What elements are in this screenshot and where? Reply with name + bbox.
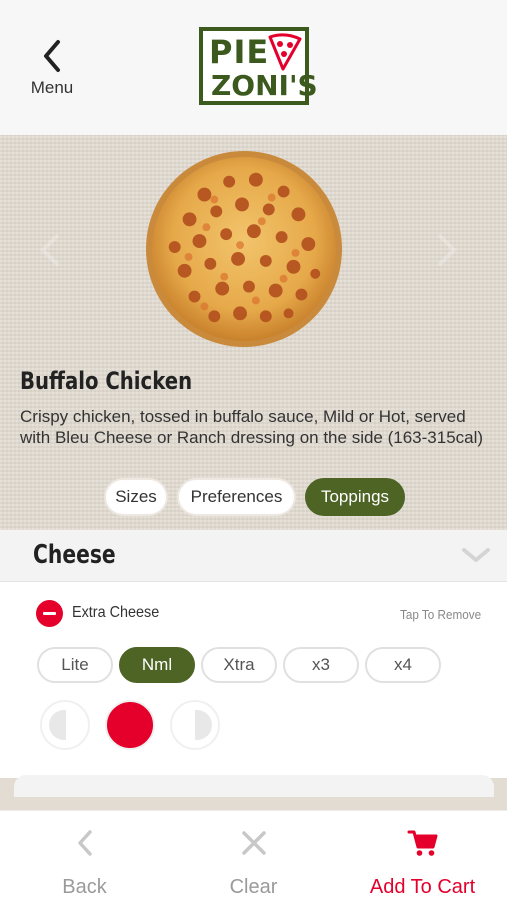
brand-logo: PIE ZONI'S bbox=[199, 27, 318, 105]
right-half-icon bbox=[195, 710, 212, 740]
amount-x3-button[interactable]: x3 bbox=[283, 647, 359, 683]
cart-icon bbox=[407, 830, 437, 856]
chevron-left-icon bbox=[44, 40, 60, 72]
amount-extra-button[interactable]: Xtra bbox=[201, 647, 277, 683]
product-hero: Buffalo Chicken Crispy chicken, tossed i… bbox=[0, 135, 507, 530]
logo-text-line1: PIE bbox=[209, 33, 270, 71]
amount-normal-button[interactable]: Nml bbox=[119, 647, 195, 683]
topping-row: Extra Cheese Tap To Remove Lite Nml Xtra… bbox=[0, 583, 507, 778]
amount-x4-button[interactable]: x4 bbox=[365, 647, 441, 683]
logo-text-line2: ZONI'S bbox=[211, 69, 318, 102]
clear-label: Clear bbox=[229, 876, 278, 898]
product-tabs: Sizes Preferences Toppings bbox=[0, 478, 507, 518]
add-to-cart-label: Add To Cart bbox=[369, 876, 476, 898]
amount-lite-button[interactable]: Lite bbox=[37, 647, 113, 683]
back-label: Back bbox=[62, 876, 107, 898]
prev-image-arrow-icon[interactable] bbox=[35, 230, 65, 270]
tab-toppings[interactable]: Toppings bbox=[305, 478, 405, 516]
cheese-section-header[interactable]: Cheese bbox=[0, 530, 507, 582]
back-button[interactable]: Back bbox=[0, 811, 169, 900]
pizza-image bbox=[145, 150, 343, 348]
remove-topping-button[interactable] bbox=[36, 600, 63, 627]
close-icon bbox=[241, 831, 266, 855]
add-to-cart-button[interactable]: Add To Cart bbox=[338, 811, 507, 900]
menu-label: Menu bbox=[30, 78, 74, 97]
left-half-icon bbox=[49, 710, 66, 740]
section-title: Cheese bbox=[33, 540, 116, 570]
app-header: Menu PIE ZONI'S bbox=[0, 0, 507, 135]
pizza-slice-icon bbox=[268, 33, 302, 71]
next-image-arrow-icon[interactable] bbox=[432, 230, 462, 270]
bottom-action-bar: Back Clear Add To Cart bbox=[0, 810, 507, 900]
product-title: Buffalo Chicken bbox=[20, 367, 193, 395]
left-half-placement-button[interactable] bbox=[40, 700, 90, 750]
tab-sizes[interactable]: Sizes bbox=[104, 478, 168, 516]
product-description: Crispy chicken, tossed in buffalo sauce,… bbox=[20, 407, 484, 447]
right-half-placement-button[interactable] bbox=[170, 700, 220, 750]
tap-to-remove-hint: Tap To Remove bbox=[399, 607, 481, 622]
tab-preferences[interactable]: Preferences bbox=[177, 478, 296, 516]
whole-placement-button[interactable] bbox=[105, 700, 155, 750]
clear-button[interactable]: Clear bbox=[169, 811, 338, 900]
chevron-down-icon bbox=[462, 548, 490, 562]
next-section-card bbox=[14, 775, 494, 797]
menu-back-button[interactable]: Menu bbox=[22, 38, 82, 108]
chevron-left-icon bbox=[77, 830, 92, 856]
topping-name: Extra Cheese bbox=[72, 604, 160, 621]
